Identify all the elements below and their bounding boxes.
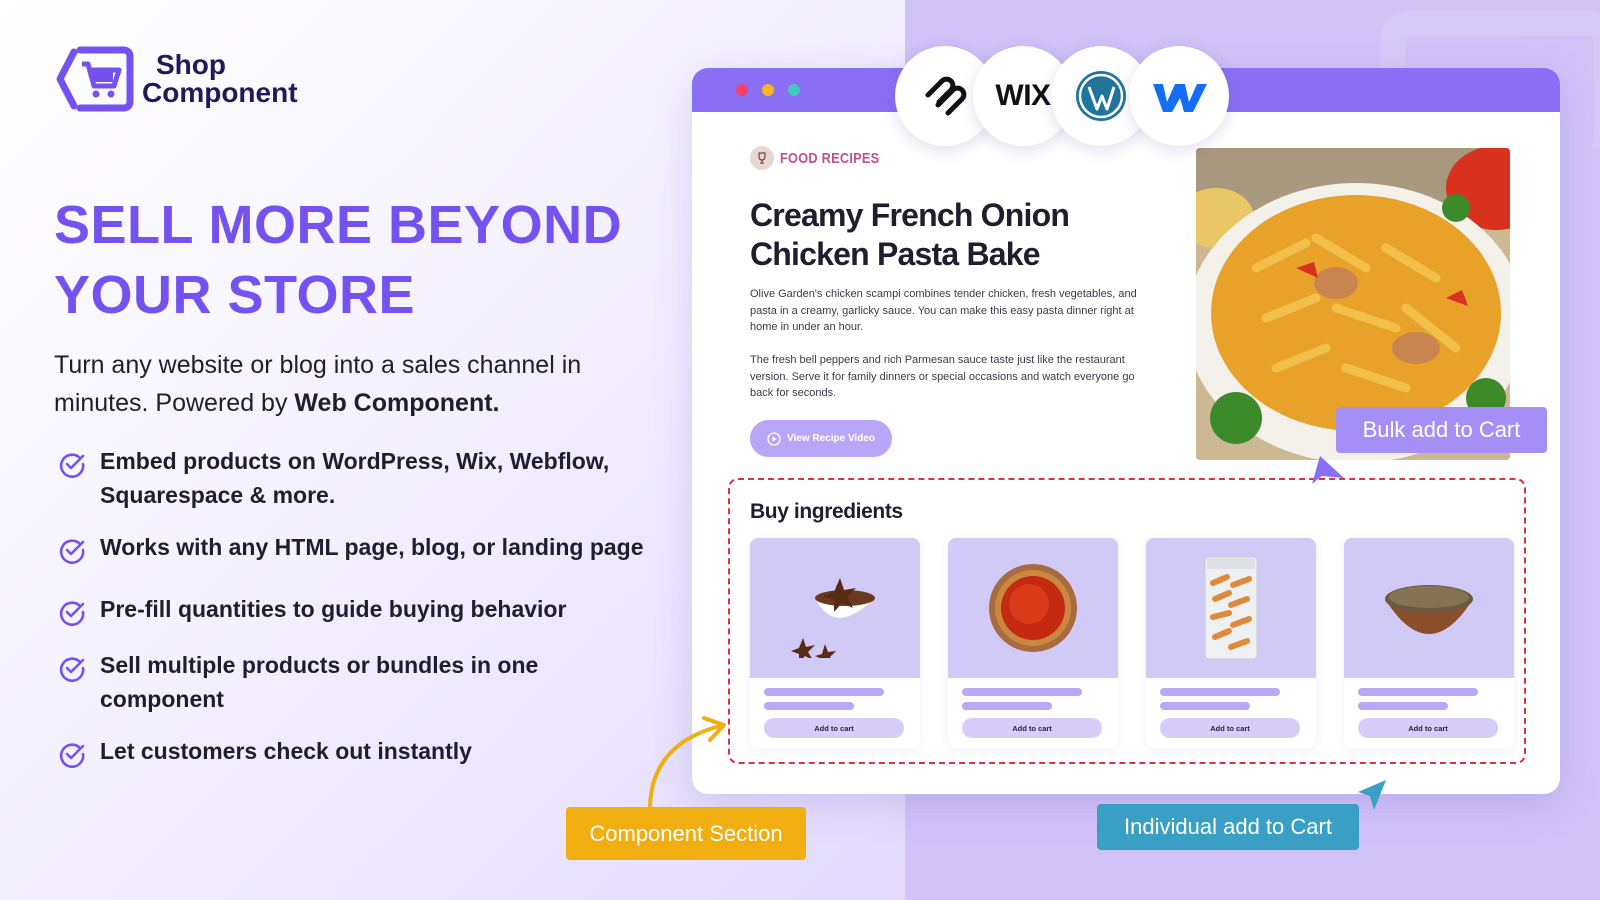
individual-pointer-icon bbox=[1358, 780, 1386, 810]
feature-text: Works with any HTML page, blog, or landi… bbox=[100, 534, 644, 560]
buy-ingredients-title: Buy ingredients bbox=[750, 500, 903, 523]
minimize-dot-icon[interactable] bbox=[762, 84, 774, 96]
close-dot-icon[interactable] bbox=[736, 84, 748, 96]
view-recipe-video-button[interactable]: View Recipe Video bbox=[750, 420, 892, 457]
feature-text: Embed products on WordPress, Wix, Webflo… bbox=[100, 448, 610, 508]
bulk-add-to-cart-label: Bulk add to Cart bbox=[1362, 417, 1521, 442]
check-circle-icon bbox=[59, 743, 85, 768]
check-circle-icon bbox=[59, 453, 85, 478]
hero-headline: SELL MORE BEYOND YOUR STORE bbox=[54, 195, 623, 325]
play-icon bbox=[767, 431, 781, 446]
component-section-label: Component Section bbox=[589, 820, 783, 846]
recipe-title: Creamy French Onion Chicken Pasta Bake bbox=[750, 197, 1070, 272]
feature-item: Pre-fill quantities to guide buying beha… bbox=[58, 592, 660, 626]
penne-pack-icon bbox=[1146, 538, 1316, 678]
component-section: Buy ingredients Add to cart Add to cart … bbox=[728, 478, 1526, 764]
placeholder-bar bbox=[962, 688, 1082, 696]
add-to-cart-button[interactable]: Add to cart bbox=[1358, 718, 1498, 738]
placeholder-bar bbox=[1358, 688, 1478, 696]
brand-name-line2: Component bbox=[142, 77, 298, 108]
feature-item: Works with any HTML page, blog, or landi… bbox=[58, 530, 660, 564]
feature-item: Sell multiple products or bundles in one… bbox=[58, 648, 540, 716]
brand-logo[interactable]: Shop Component bbox=[54, 46, 298, 112]
feature-item: Let customers check out instantly bbox=[58, 734, 660, 768]
recipe-category[interactable]: FOOD RECIPES bbox=[750, 146, 897, 170]
add-to-cart-button[interactable]: Add to cart bbox=[764, 718, 904, 738]
placeholder-bar bbox=[764, 688, 884, 696]
recipe-paragraph: Olive Garden's chicken scampi combines t… bbox=[750, 288, 1137, 333]
check-circle-icon bbox=[59, 657, 85, 682]
webflow-icon[interactable] bbox=[1129, 46, 1229, 146]
cart-logo-icon bbox=[54, 46, 134, 112]
add-to-cart-button[interactable]: Add to cart bbox=[1160, 718, 1300, 738]
curved-arrow-icon bbox=[648, 716, 726, 808]
trophy-icon bbox=[750, 146, 774, 170]
brand-name: Shop Component bbox=[142, 51, 298, 107]
feature-text: Pre-fill quantities to guide buying beha… bbox=[100, 596, 567, 622]
maximize-dot-icon[interactable] bbox=[788, 84, 800, 96]
platform-badges: WIX bbox=[895, 46, 1235, 146]
individual-add-to-cart-label: Individual add to Cart bbox=[1124, 814, 1332, 839]
hero-subtitle: Turn any website or blog into a sales ch… bbox=[54, 346, 654, 422]
recipe-category-label: FOOD RECIPES bbox=[780, 149, 880, 167]
hero-subtitle-bold: Web Component. bbox=[294, 389, 500, 417]
bulk-pointer-icon bbox=[1312, 456, 1344, 484]
product-card[interactable]: Add to cart bbox=[1146, 538, 1316, 748]
placeholder-bar bbox=[1160, 702, 1250, 710]
recipe-paragraph: The fresh bell peppers and rich Parmesan… bbox=[750, 354, 1135, 399]
placeholder-bar bbox=[1358, 702, 1448, 710]
star-anise-icon bbox=[750, 538, 920, 678]
feature-text: Let customers check out instantly bbox=[100, 738, 472, 764]
placeholder-bar bbox=[764, 702, 854, 710]
feature-item: Embed products on WordPress, Wix, Webflo… bbox=[58, 444, 660, 512]
component-section-callout: Component Section bbox=[566, 807, 806, 860]
feature-text: Sell multiple products or bundles in one… bbox=[100, 652, 539, 712]
product-card[interactable]: Add to cart bbox=[948, 538, 1118, 748]
brand-name-line1: Shop bbox=[156, 49, 226, 80]
check-circle-icon bbox=[59, 539, 85, 564]
add-to-cart-button[interactable]: Add to cart bbox=[962, 718, 1102, 738]
individual-add-to-cart-callout: Individual add to Cart bbox=[1097, 804, 1359, 850]
wix-label: WIX bbox=[995, 79, 1051, 112]
cumin-bowl-icon bbox=[1344, 538, 1514, 678]
placeholder-bar bbox=[962, 702, 1052, 710]
view-recipe-video-label: View Recipe Video bbox=[786, 433, 875, 444]
product-card[interactable]: Add to cart bbox=[1344, 538, 1514, 748]
paprika-bowl-icon bbox=[948, 538, 1118, 678]
check-circle-icon bbox=[59, 601, 85, 626]
bulk-add-to-cart-callout: Bulk add to Cart bbox=[1336, 407, 1547, 453]
placeholder-bar bbox=[1160, 688, 1280, 696]
product-card[interactable]: Add to cart bbox=[750, 538, 920, 748]
